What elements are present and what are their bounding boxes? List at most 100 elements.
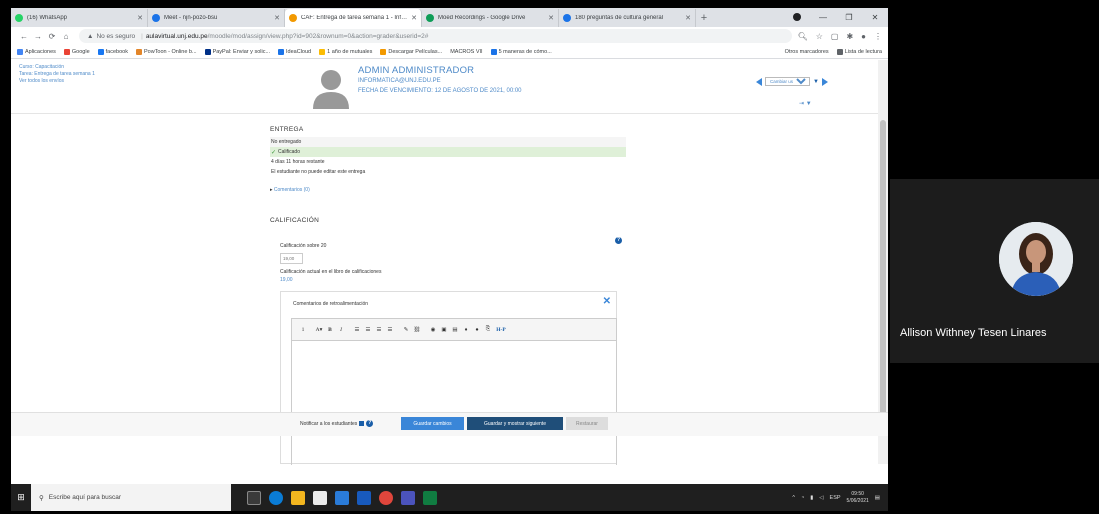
bookmark-peliculas[interactable]: Descargar Películas... [380,48,442,55]
forward-button[interactable]: → [31,32,45,41]
help-icon[interactable]: ? [615,237,622,244]
chrome-icon[interactable] [379,490,393,505]
other-bookmarks[interactable]: Otros marcadores [785,49,829,55]
bookmark-google[interactable]: Google [63,48,90,55]
toolbar-toggle-button[interactable]: 1 [298,325,308,335]
task-view-icon[interactable] [247,490,261,505]
breadcrumb-course[interactable]: Curso: Capacitación [19,64,95,71]
maximize-button[interactable]: ❐ [836,13,862,22]
tab-preguntas[interactable]: 180 preguntas de cultura general ✕ [559,9,696,27]
clock[interactable]: 09:50 5/06/2021 [847,491,869,505]
feedback-editor[interactable]: 1 A▾ B I ☰ ☰ ☰ ☰ ✎ ⛓ ◉ ▣ ▤ ♦ ● ⎘ H-P [291,318,617,465]
tab-whatsapp[interactable]: (16) WhatsApp ✕ [11,9,148,27]
record-video-icon[interactable]: ● [472,325,482,335]
reading-list[interactable]: Lista de lectura [836,48,882,55]
link-icon[interactable]: ✎ [401,325,411,335]
close-icon[interactable]: ✕ [274,14,280,22]
user-name[interactable]: ADMIN ADMINISTRADOR [358,65,474,76]
bookmark-mutuales[interactable]: 1 año de mutuales [319,48,372,55]
back-button[interactable]: ← [17,32,31,41]
save-and-next-button[interactable]: Guardar y mostrar siguiente [467,417,563,430]
reset-button[interactable]: Restaurar [566,417,608,430]
notifications-icon[interactable]: ▤ [875,495,880,501]
breadcrumb-assignment[interactable]: Tarea: Entrega de tarea semana 1 [19,71,95,78]
notify-checkbox[interactable] [359,421,365,426]
notify-students[interactable]: Notificar a los estudiantes ? [300,420,374,427]
teams-icon[interactable] [401,490,415,505]
record-audio-icon[interactable]: ♦ [461,325,471,335]
indent-icon[interactable]: ☰ [385,325,395,335]
help-icon[interactable]: ? [366,420,374,427]
profile-icon[interactable]: ● [861,32,866,41]
close-icon[interactable]: ✕ [548,14,554,22]
file-explorer-icon[interactable] [291,490,305,505]
speaker-icon[interactable]: ◁ [819,495,823,501]
taskbar-search-placeholder: Escribe aquí para buscar [48,494,122,501]
windows-start-icon[interactable]: ⊞ [11,492,31,503]
excel-icon[interactable] [423,490,437,505]
page-scrollbar[interactable] [878,60,888,464]
moodle-icon [289,14,297,22]
grade-input[interactable] [280,253,303,264]
mail-icon[interactable] [335,490,349,505]
edge-icon[interactable] [269,490,283,505]
new-tab-button[interactable]: + [696,9,712,27]
next-user-icon[interactable] [821,77,828,86]
taskbar-search[interactable]: ⚲ Escribe aquí para buscar [31,484,231,511]
minimize-button[interactable]: — [810,13,836,22]
bookmark-facebook[interactable]: facebook [97,48,128,55]
tray-expand-icon[interactable]: ^ [792,495,795,501]
close-icon[interactable]: ✕ [137,14,143,22]
bullet-list-icon[interactable]: ☰ [352,325,362,335]
emoji-icon[interactable]: ◉ [428,325,438,335]
breadcrumb-all-submissions[interactable]: Ver todos los envíos [19,78,95,85]
star-icon[interactable]: ☆ [816,32,823,41]
menu-icon[interactable]: ⋮ [874,32,882,41]
current-grade-value[interactable]: 19,00 [280,277,293,283]
bookmark-ideacloud[interactable]: IdeaCloud [278,48,311,55]
home-button[interactable]: ⌂ [59,32,73,41]
bookmark-maneras[interactable]: 5 maneras de cómo... [490,48,552,55]
bookmark-paypal[interactable]: PayPal: Enviar y solic... [204,48,270,55]
unlink-icon[interactable]: ⛓ [412,325,422,335]
bold-button[interactable]: B [325,325,335,335]
scrollbar-thumb[interactable] [880,120,886,415]
tab-label: Meet - njn-pozo-bsu [164,15,218,21]
bookmark-powtoon[interactable]: PowToon - Online b... [135,48,197,55]
tab-drive[interactable]: Moed Recordings - Google Drive ✕ [422,9,559,27]
close-window-button[interactable]: ✕ [862,13,888,22]
manage-files-icon[interactable]: ⎘ [483,325,493,335]
tab-moodle-assignment[interactable]: CAF: Entrega de tarea semana 1 - Informá… [285,9,422,27]
close-icon[interactable]: ✕ [411,14,417,22]
filter-icons[interactable]: ⇥ ▼ [799,100,812,107]
bookmark-macros[interactable]: MACROS VII [450,49,482,55]
change-user: Cambiar usuario ▼ [756,77,828,86]
close-icon[interactable]: ✕ [685,14,691,22]
window-controls: — ❐ ✕ [784,8,888,27]
word-icon[interactable] [357,490,371,505]
bookmark-apps[interactable]: Aplicaciones [17,48,56,55]
network-icon[interactable]: ◔ [801,495,804,501]
h5p-icon[interactable]: H-P [494,325,508,335]
media-icon[interactable]: ▤ [450,325,460,335]
previous-user-icon[interactable] [756,77,762,86]
extensions-icon[interactable]: ▢ [831,32,839,41]
outdent-icon[interactable]: ☰ [374,325,384,335]
image-icon[interactable]: ▣ [439,325,449,335]
comments-link[interactable]: ▸ Comentarios (0) [270,187,310,193]
store-icon[interactable] [313,490,327,505]
numbered-list-icon[interactable]: ☰ [363,325,373,335]
save-changes-button[interactable]: Guardar cambios [401,417,464,430]
tab-meet[interactable]: Meet - njn-pozo-bsu ✕ [148,9,285,27]
reload-button[interactable]: ⟳ [45,32,59,41]
change-user-select[interactable]: Cambiar usuario [765,77,810,86]
zoom-icon[interactable]: 🔍︎ [798,32,808,41]
close-icon[interactable]: ✕ [603,296,611,307]
puzzle-icon[interactable]: ✱ [846,32,853,41]
url-field[interactable]: ▲ No es seguro | aulavirtual.unj.edu.pe … [79,29,792,43]
italic-button[interactable]: I [336,325,346,335]
paragraph-style-button[interactable]: A▾ [314,325,324,335]
moodle-grader-page: Curso: Capacitación Tarea: Entrega de ta… [11,60,888,465]
battery-icon[interactable]: ▮ [810,495,813,501]
language-indicator[interactable]: ESP [830,495,841,501]
